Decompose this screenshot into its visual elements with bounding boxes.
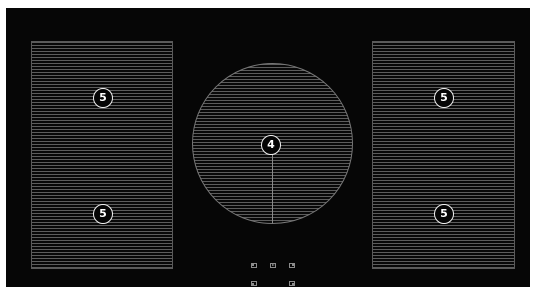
- power-level-badge-right-top: 5: [434, 88, 454, 108]
- center-round-zone[interactable]: 4: [192, 63, 353, 224]
- play-icon[interactable]: [270, 263, 276, 268]
- power-level-badge-center: 4: [261, 135, 281, 155]
- power-level-badge-left-top: 5: [93, 88, 113, 108]
- zone-top-left-icon[interactable]: [251, 263, 257, 268]
- right-flex-zone[interactable]: 5 5: [372, 41, 515, 269]
- zone-divider-line: [272, 152, 273, 223]
- zone-top-right-icon[interactable]: [289, 263, 295, 268]
- induction-cooktop: 5 5 4 5 5: [6, 8, 530, 287]
- power-level-badge-right-bottom: 5: [434, 204, 454, 224]
- power-level-badge-left-bottom: 5: [93, 204, 113, 224]
- zone-bottom-left-icon[interactable]: [251, 281, 257, 286]
- left-flex-zone[interactable]: 5 5: [31, 41, 173, 269]
- zone-bottom-right-icon[interactable]: [289, 281, 295, 286]
